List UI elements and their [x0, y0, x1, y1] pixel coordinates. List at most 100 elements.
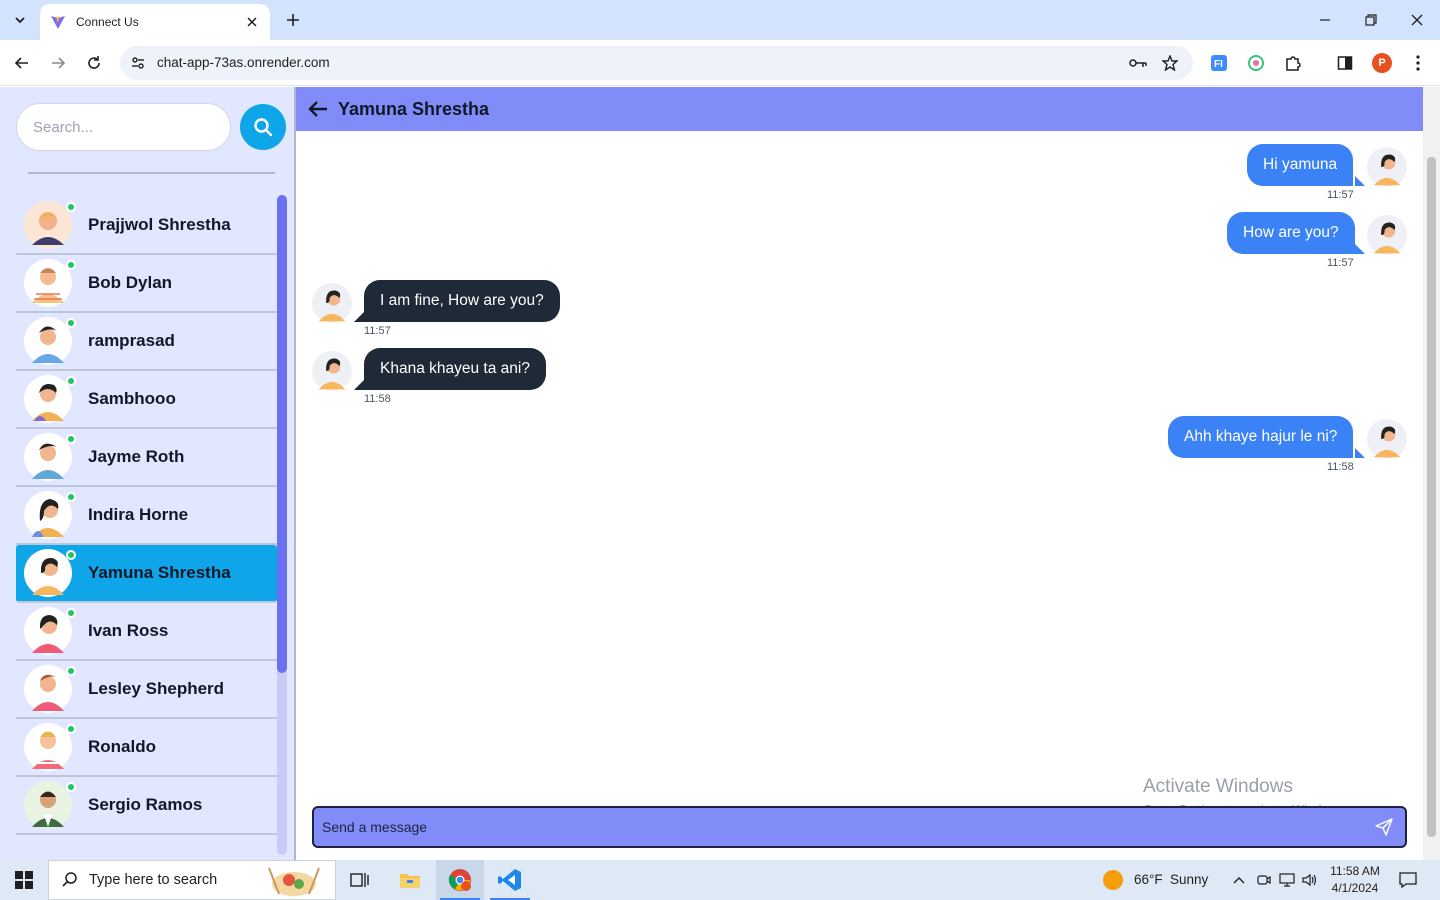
back-arrow-icon[interactable] [9, 50, 35, 76]
chrome-taskbar-icon[interactable] [436, 860, 484, 900]
contact-name: Bob Dylan [88, 273, 173, 292]
browser-toolbar: chat-app-73as.onrender.com FI P [0, 40, 1440, 86]
message-time: 11:57 [1327, 189, 1354, 201]
contact-item[interactable]: Indira Horne [16, 487, 277, 545]
bubble-tail [354, 312, 364, 322]
message-time: 11:58 [1327, 461, 1354, 473]
chat-scrollbar[interactable] [1423, 87, 1440, 860]
browser-menu-kebab-icon[interactable] [1407, 52, 1429, 74]
bubble-tail [1355, 176, 1365, 186]
back-arrow-icon[interactable] [306, 97, 330, 121]
avatar [24, 723, 76, 771]
chat-scrollbar-thumb[interactable] [1427, 157, 1436, 837]
vscode-taskbar-icon[interactable] [486, 860, 534, 900]
taskbar-search-text: Type here to search [89, 872, 218, 888]
contact-item[interactable]: ramprasad [16, 313, 277, 371]
send-icon [1375, 818, 1393, 836]
weather-sun-icon[interactable] [1098, 860, 1128, 900]
chat-title: Yamuna Shrestha [338, 98, 490, 119]
watermark-title: Activate Windows [1143, 776, 1293, 797]
contact-item[interactable]: Ronaldo [16, 719, 277, 777]
browser-tab-bar: Connect Us [0, 0, 1440, 40]
task-view-icon[interactable] [336, 860, 384, 900]
online-indicator [66, 666, 76, 676]
tab-search-chevron-icon[interactable] [8, 8, 32, 32]
file-explorer-icon[interactable] [386, 860, 434, 900]
message-bubble-received: Khana khayeu ta ani? [364, 348, 546, 390]
contact-list: Prajjwol Shrestha Bob Dylan ramprasad Sa… [16, 197, 277, 835]
contact-item[interactable]: Prajjwol Shrestha [16, 197, 277, 255]
site-settings-icon[interactable] [130, 55, 146, 71]
extension-fi-icon[interactable]: FI [1208, 52, 1230, 74]
address-bar[interactable]: chat-app-73as.onrender.com [120, 46, 1193, 80]
browser-tab[interactable]: Connect Us [40, 4, 270, 40]
sidebar-divider [28, 172, 275, 174]
taskbar-search-box[interactable]: Type here to search [48, 860, 336, 900]
message-bubble-sent: How are you? [1227, 212, 1355, 254]
search-input[interactable] [16, 103, 231, 151]
bookmark-star-icon[interactable] [1160, 53, 1180, 73]
contact-name: Yamuna Shrestha [88, 563, 231, 582]
windows-start-icon[interactable] [0, 860, 48, 900]
password-key-icon[interactable] [1128, 53, 1148, 73]
contact-item[interactable]: Bob Dylan [16, 255, 277, 313]
search-button[interactable] [240, 104, 286, 150]
online-indicator [66, 550, 76, 560]
chat-panel: Yamuna Shrestha Hi yamuna 11:57 How are … [296, 87, 1423, 860]
contact-name: Indira Horne [88, 505, 189, 524]
contact-item[interactable]: Lesley Shepherd [16, 661, 277, 719]
message-bubble-sent: Hi yamuna [1247, 144, 1354, 186]
online-indicator [66, 724, 76, 734]
avatar [24, 549, 76, 597]
contact-item-active[interactable]: Yamuna Shrestha [16, 545, 277, 603]
contact-item[interactable]: Sambhooo [16, 371, 277, 429]
system-clock[interactable]: 11:58 AM 4/1/2024 [1326, 863, 1384, 897]
avatar [24, 491, 76, 539]
notifications-icon[interactable] [1392, 860, 1424, 900]
tray-chevron-up-icon[interactable] [1228, 860, 1250, 900]
svg-text:FI: FI [1214, 59, 1223, 70]
online-indicator [66, 376, 76, 386]
volume-icon[interactable] [1299, 860, 1321, 900]
new-tab-plus-icon[interactable] [282, 9, 304, 31]
url-text: chat-app-73as.onrender.com [157, 55, 330, 70]
clock-time: 11:58 AM [1330, 864, 1380, 878]
profile-avatar[interactable]: P [1372, 53, 1392, 73]
contact-name: Sambhooo [88, 389, 176, 408]
reload-icon[interactable] [81, 50, 107, 76]
message-time: 11:57 [364, 325, 391, 337]
online-indicator [66, 608, 76, 618]
side-panel-icon[interactable] [1334, 52, 1356, 74]
contacts-sidebar: Prajjwol Shrestha Bob Dylan ramprasad Sa… [0, 87, 296, 860]
sidebar-scrollbar-thumb[interactable] [277, 195, 287, 673]
search-highlight-illustration-icon [268, 867, 320, 896]
vite-logo-icon [51, 16, 65, 29]
contact-name: Prajjwol Shrestha [88, 215, 231, 234]
bubble-tail [1355, 244, 1365, 254]
avatar [1367, 419, 1407, 459]
forward-arrow-icon[interactable] [45, 50, 71, 76]
avatar [24, 433, 76, 481]
send-button[interactable] [1373, 816, 1395, 838]
avatar [312, 283, 352, 323]
close-tab-icon[interactable] [244, 14, 260, 30]
avatar [24, 317, 76, 365]
avatar [1367, 215, 1407, 255]
message-input[interactable] [322, 816, 1362, 838]
contact-item[interactable]: Ivan Ross [16, 603, 277, 661]
contact-item[interactable]: Sergio Ramos [16, 777, 277, 835]
clock-date: 4/1/2024 [1331, 881, 1379, 895]
contact-name: Lesley Shepherd [88, 679, 225, 698]
restore-window-icon[interactable] [1359, 8, 1383, 32]
avatar [24, 607, 76, 655]
network-icon[interactable] [1276, 860, 1298, 900]
online-indicator [66, 318, 76, 328]
extensions-puzzle-icon[interactable] [1282, 52, 1304, 74]
weather-description: Sunny [1170, 872, 1209, 887]
extension-circle-icon[interactable] [1245, 52, 1267, 74]
minimize-window-icon[interactable] [1313, 8, 1337, 32]
contact-item[interactable]: Jayme Roth [16, 429, 277, 487]
online-indicator [66, 202, 76, 212]
meet-now-icon[interactable] [1253, 860, 1275, 900]
close-window-icon[interactable] [1405, 8, 1429, 32]
